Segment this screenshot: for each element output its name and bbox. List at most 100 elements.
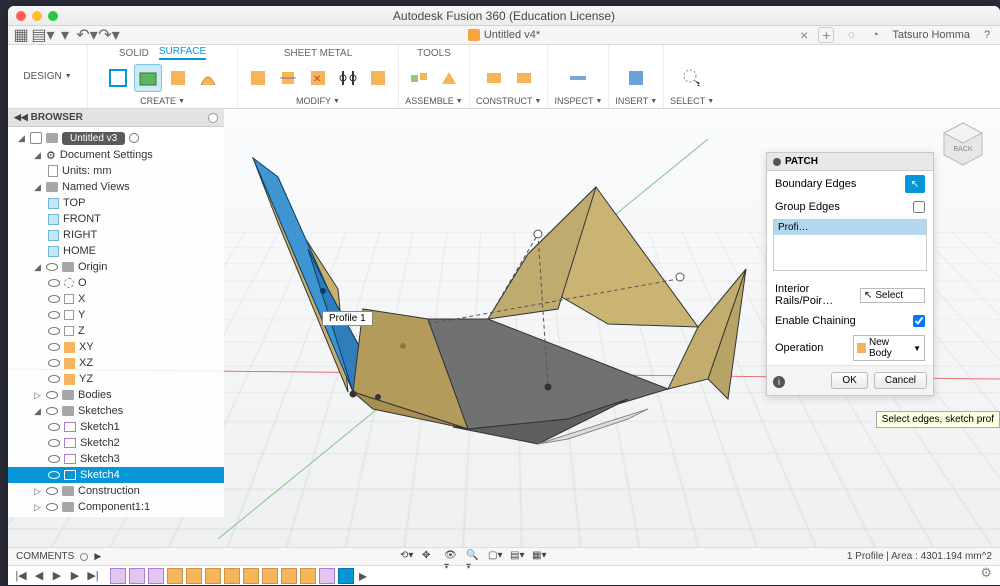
eye-icon[interactable]: [48, 439, 60, 447]
notifications-icon[interactable]: ◔: [868, 28, 882, 42]
view-front[interactable]: FRONT: [8, 211, 224, 227]
help-icon[interactable]: ?: [980, 28, 994, 42]
split-icon[interactable]: [334, 64, 362, 92]
timeline-feature[interactable]: [167, 568, 183, 584]
units-node[interactable]: Units: mm: [8, 163, 224, 179]
origin-xy[interactable]: XY: [8, 339, 224, 355]
measure-icon[interactable]: [564, 64, 592, 92]
timeline-feature[interactable]: [129, 568, 145, 584]
revolve-icon[interactable]: [194, 64, 222, 92]
chaining-checkbox[interactable]: [913, 315, 925, 327]
group-edges-checkbox[interactable]: [913, 201, 925, 213]
trim-icon[interactable]: ✕: [304, 64, 332, 92]
inspect-group-label[interactable]: INSPECT▼: [554, 95, 602, 107]
timeline-feature[interactable]: [110, 568, 126, 584]
origin-y[interactable]: Y: [8, 307, 224, 323]
selection-list[interactable]: Profi…: [773, 219, 927, 271]
origin-node[interactable]: ◢Origin: [8, 259, 224, 275]
sketches-node[interactable]: ◢Sketches: [8, 403, 224, 419]
extensions-icon[interactable]: ◌: [844, 28, 858, 42]
construct-group-label[interactable]: CONSTRUCT▼: [476, 95, 541, 107]
insert-icon[interactable]: [622, 64, 650, 92]
named-views-node[interactable]: ◢Named Views: [8, 179, 224, 195]
joint-icon[interactable]: [405, 64, 433, 92]
modify-group-label[interactable]: MODIFY▼: [296, 95, 340, 107]
component1-node[interactable]: ▷Component1:1: [8, 499, 224, 515]
tab-solid[interactable]: SOLID: [119, 48, 149, 59]
info-icon[interactable]: i: [773, 376, 785, 388]
rails-select-button[interactable]: ↖Select: [860, 288, 925, 303]
sketch4-node[interactable]: Sketch4: [8, 467, 224, 483]
operation-dropdown[interactable]: New Body▼: [853, 335, 925, 361]
timeline-end-icon[interactable]: ▶|: [86, 569, 100, 582]
eye-icon[interactable]: [48, 295, 60, 303]
origin-z[interactable]: Z: [8, 323, 224, 339]
plane-icon[interactable]: [480, 64, 508, 92]
axis-icon[interactable]: [510, 64, 538, 92]
insert-group-label[interactable]: INSERT▼: [615, 95, 657, 107]
undo-icon[interactable]: ↶▾: [80, 28, 94, 42]
document-tab[interactable]: Untitled v4*: [468, 29, 540, 41]
new-tab-button[interactable]: +: [818, 27, 834, 43]
doc-settings-node[interactable]: ◢⚙Document Settings: [8, 147, 224, 163]
viewport-icon[interactable]: ▦▾: [532, 550, 548, 564]
construction-node[interactable]: ▷Construction: [8, 483, 224, 499]
timeline-play-icon[interactable]: ▶: [50, 569, 64, 582]
file-menu-icon[interactable]: ▤▾: [36, 28, 50, 42]
timeline-feature[interactable]: [205, 568, 221, 584]
stitch-icon[interactable]: [364, 64, 392, 92]
workspace-switcher[interactable]: DESIGN▼: [8, 45, 88, 108]
root-node[interactable]: ◢Untitled v3: [8, 129, 224, 147]
cancel-button[interactable]: Cancel: [874, 372, 927, 389]
eye-icon[interactable]: [46, 487, 58, 495]
display-icon[interactable]: ▢▾: [488, 550, 504, 564]
patch-tool-icon[interactable]: [134, 64, 162, 92]
origin-o[interactable]: O: [8, 275, 224, 291]
eye-icon[interactable]: [48, 455, 60, 463]
timeline-feature[interactable]: [148, 568, 164, 584]
timeline-feature-current[interactable]: [338, 568, 354, 584]
fillet-icon[interactable]: [274, 64, 302, 92]
sketch3-node[interactable]: Sketch3: [8, 451, 224, 467]
timeline-prev-icon[interactable]: ◀: [32, 569, 46, 582]
eye-icon[interactable]: [48, 359, 60, 367]
eye-icon[interactable]: [48, 279, 60, 287]
boundary-select-button[interactable]: ↖: [905, 175, 925, 193]
eye-icon[interactable]: [48, 375, 60, 383]
timeline-feature[interactable]: [319, 568, 335, 584]
timeline-feature[interactable]: [300, 568, 316, 584]
save-icon[interactable]: ▾: [58, 28, 72, 42]
zoom-icon[interactable]: 🔍▾: [466, 550, 482, 564]
timeline-feature[interactable]: [224, 568, 240, 584]
select-tool-icon[interactable]: [678, 64, 706, 92]
eye-icon[interactable]: [46, 391, 58, 399]
view-right[interactable]: RIGHT: [8, 227, 224, 243]
view-top[interactable]: TOP: [8, 195, 224, 211]
align-icon[interactable]: [435, 64, 463, 92]
pan-icon[interactable]: ✥: [422, 550, 438, 564]
tab-sheetmetal[interactable]: SHEET METAL: [284, 48, 353, 59]
view-home[interactable]: HOME: [8, 243, 224, 259]
timeline-settings-icon[interactable]: ⚙: [980, 565, 992, 581]
look-icon[interactable]: 👁▾: [444, 550, 460, 564]
viewcube[interactable]: BACK: [938, 119, 988, 169]
eye-icon[interactable]: [46, 263, 58, 271]
eye-icon[interactable]: [48, 311, 60, 319]
eye-icon[interactable]: [48, 327, 60, 335]
grid-apps-icon[interactable]: ▦: [14, 28, 28, 42]
sketch1-node[interactable]: Sketch1: [8, 419, 224, 435]
origin-yz[interactable]: YZ: [8, 371, 224, 387]
sketch2-node[interactable]: Sketch2: [8, 435, 224, 451]
select-group-label[interactable]: SELECT▼: [670, 95, 714, 107]
eye-icon[interactable]: [48, 423, 60, 431]
origin-xz[interactable]: XZ: [8, 355, 224, 371]
new-sketch-icon[interactable]: [104, 64, 132, 92]
timeline-feature[interactable]: [186, 568, 202, 584]
timeline-feature[interactable]: [243, 568, 259, 584]
timeline-next-icon[interactable]: ▶: [68, 569, 82, 582]
viewport[interactable]: Profile 1 BACK ◀◀ BROWSER ◢Untitled v3 ◢…: [8, 109, 1000, 547]
list-item[interactable]: Profi…: [774, 220, 926, 235]
tab-tools[interactable]: TOOLS: [417, 48, 451, 59]
assemble-group-label[interactable]: ASSEMBLE▼: [405, 95, 462, 107]
eye-icon[interactable]: [48, 471, 60, 479]
